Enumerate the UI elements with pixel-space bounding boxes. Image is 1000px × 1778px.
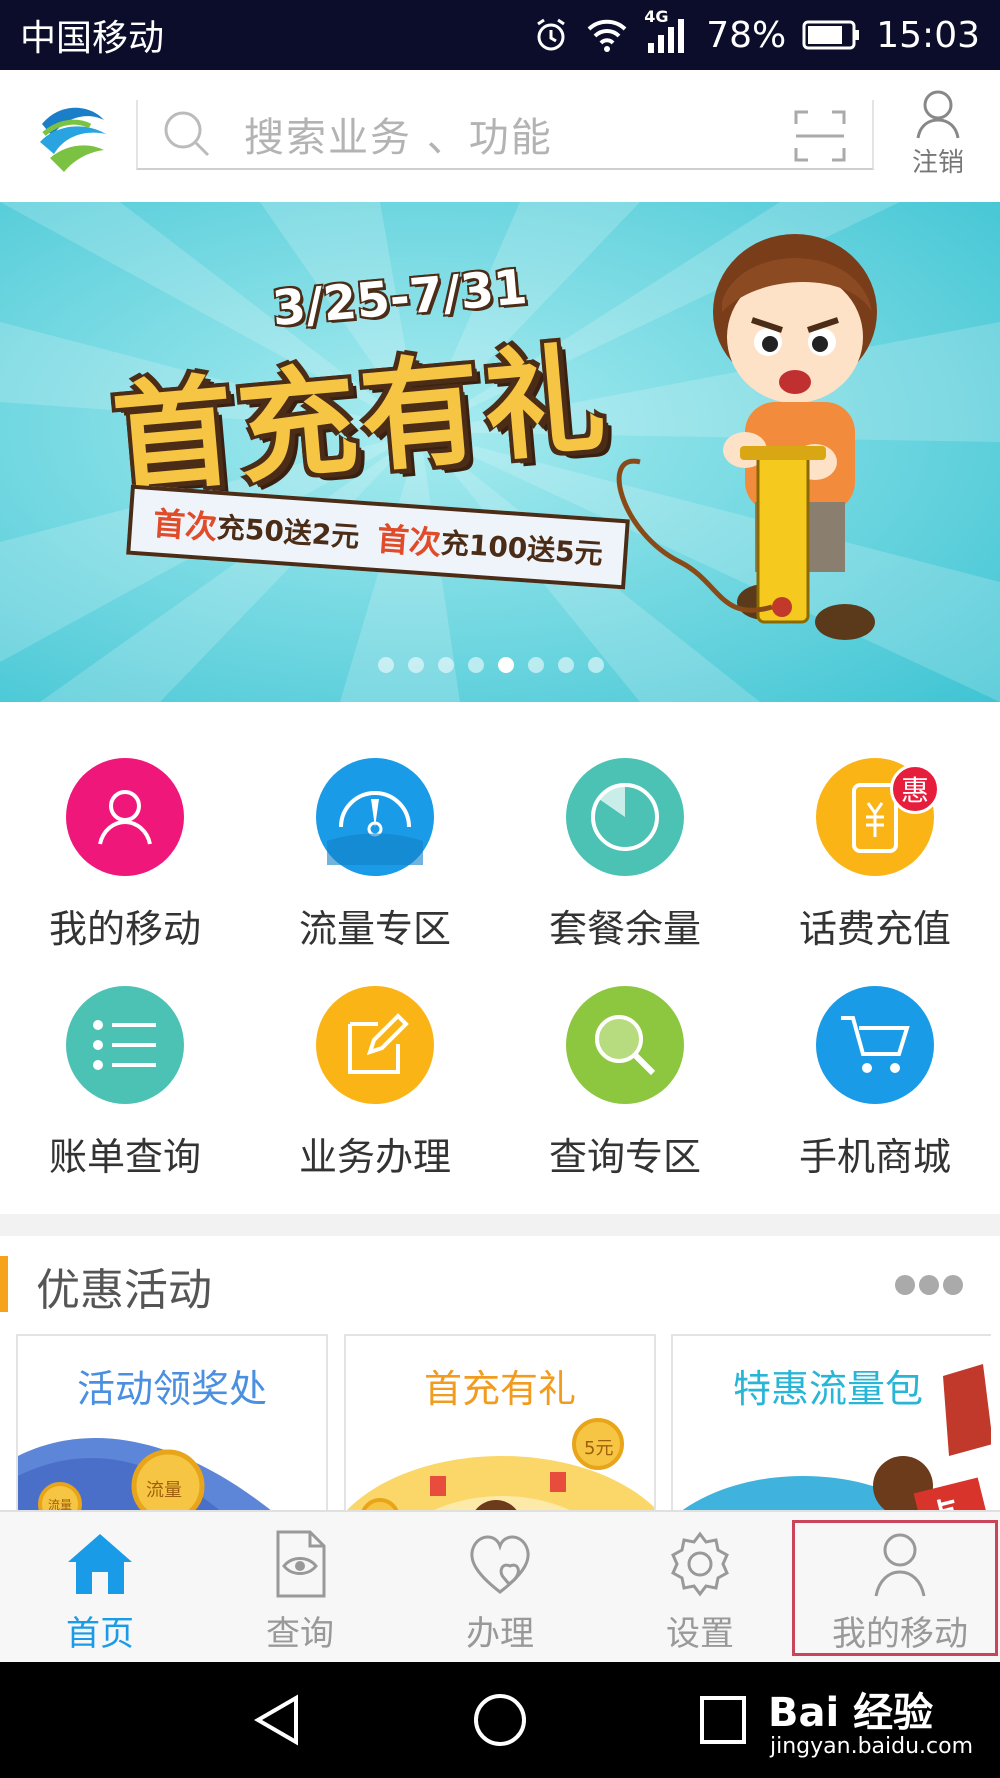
carousel-dot[interactable] [468,657,484,673]
promo-card-first-recharge[interactable]: 首充有礼 5元 2元 [344,1334,656,1512]
ribbon-offer-1: 充50送2元 [215,510,361,554]
nav-query[interactable]: 查询 [200,1512,400,1662]
watermark-brand: Bai 经验 [768,1690,934,1736]
user-icon [66,758,184,876]
phone-recharge-icon: 惠 [816,758,940,876]
nav-home[interactable]: 首页 [0,1512,200,1662]
promo-card-data-package[interactable]: 特惠流量包 点我 [671,1334,991,1512]
carousel-dot[interactable] [378,657,394,673]
search-icon [164,111,210,157]
bottom-navigation: 首页 查询 办理 设置 我的移动 [0,1510,1000,1662]
recent-apps-icon[interactable] [698,1692,748,1748]
heart-icon [470,1535,530,1594]
speedometer-icon [316,758,434,876]
carousel-dot[interactable] [558,657,574,673]
carrier-name: 中国移动 [20,18,165,59]
search-placeholder: 搜索业务 、功能 [244,115,553,161]
section-title: 优惠活动 [36,1265,212,1316]
grid-item-bill-query[interactable]: 账单查询 [0,986,250,1181]
logout-button[interactable]: 注销 [898,88,978,179]
nav-label: 我的移动 [832,1614,968,1654]
carousel-dot[interactable] [408,657,424,673]
search-bar[interactable]: 搜索业务 、功能 [136,100,874,170]
clock: 15:03 [876,14,980,56]
ribbon-highlight-2: 首次 [375,519,443,563]
grid-item-my-mobile[interactable]: 我的移动 [0,758,250,953]
grid-label: 流量专区 [298,907,451,951]
promo-banner[interactable]: 3/25-7/31 首充有礼 首次 充50送2元 首次 充100送5元 [0,202,1000,702]
grid-label: 套餐余量 [548,907,701,951]
nav-label: 查询 [266,1614,334,1654]
grid-item-package-balance[interactable]: 套餐余量 [500,758,750,953]
grid-label: 手机商城 [798,1135,951,1179]
logout-label: 注销 [911,148,964,178]
promo-card-title: 首充有礼 [423,1367,576,1411]
grid-label: 我的移动 [48,907,201,951]
magnifier-icon [566,986,684,1104]
grid-label: 业务办理 [298,1135,451,1179]
section-accent-bar [0,1256,8,1312]
nav-label: 首页 [66,1614,134,1654]
grid-item-mall[interactable]: 手机商城 [750,986,1000,1181]
carousel-dot[interactable] [438,657,454,673]
carousel-dot[interactable] [498,657,514,673]
list-icon [66,986,184,1104]
china-mobile-logo[interactable] [30,94,114,178]
app-header: 搜索业务 、功能 注销 [0,70,1000,202]
carousel-dots [0,657,1000,673]
coin-label: 流量 [146,1480,182,1501]
function-grid: 我的移动 流量专区 套餐余量 惠 话费充值 账单查询 业务办理 查询专区 手机商… [0,702,1000,1214]
grid-label: 查询专区 [548,1135,701,1179]
coin-label: 5元 [584,1438,614,1459]
nav-label: 设置 [666,1614,734,1654]
cart-icon [816,986,934,1104]
promo-card-rewards[interactable]: 活动领奖处 流量 流量 [16,1334,328,1512]
battery-percent: 78% [706,14,787,56]
nav-label: 办理 [466,1614,534,1654]
status-icons: 4G 78% 15:03 [532,7,980,56]
carousel-dot[interactable] [588,657,604,673]
more-icon[interactable] [894,1274,964,1296]
wifi-icon [587,19,627,52]
signal-icon: 4G [644,7,690,55]
nav-my-mobile[interactable]: 我的移动 [800,1512,1000,1662]
grid-item-recharge[interactable]: 惠 话费充值 [750,758,1000,953]
home-icon [68,1534,132,1594]
alarm-icon [537,18,566,51]
user-icon [916,90,960,139]
grid-label: 话费充值 [798,907,951,951]
system-navigation-bar: Bai 经验 jingyan.baidu.com [0,1662,1000,1778]
carousel-dot[interactable] [528,657,544,673]
watermark-url: jingyan.baidu.com [770,1734,974,1759]
document-eye-icon [276,1530,326,1598]
ribbon-offer-2: 充100送5元 [439,526,604,571]
home-button-icon[interactable] [472,1692,528,1748]
status-bar: 中国移动 4G 78% 15:03 [0,0,1000,70]
back-icon[interactable] [252,1692,302,1748]
pie-timer-icon [566,758,684,876]
grid-item-business[interactable]: 业务办理 [250,986,500,1181]
grid-label: 账单查询 [48,1135,201,1179]
user-icon [874,1533,926,1597]
discount-badge: 惠 [890,764,940,814]
scan-icon[interactable] [794,110,846,162]
promo-card-title: 活动领奖处 [76,1367,267,1411]
promo-card-title: 特惠流量包 [733,1367,924,1411]
gear-icon [671,1531,729,1597]
edit-icon [316,986,434,1104]
grid-item-query-zone[interactable]: 查询专区 [500,986,750,1181]
ribbon-highlight-1: 首次 [151,504,219,547]
nav-handle[interactable]: 办理 [400,1512,600,1662]
grid-item-data-zone[interactable]: 流量专区 [250,758,500,953]
promotions-section: 优惠活动 活动领奖处 流量 流量 首充有礼 5元 2元 [0,1236,1000,1512]
nav-settings[interactable]: 设置 [600,1512,800,1662]
battery-icon [802,20,860,50]
